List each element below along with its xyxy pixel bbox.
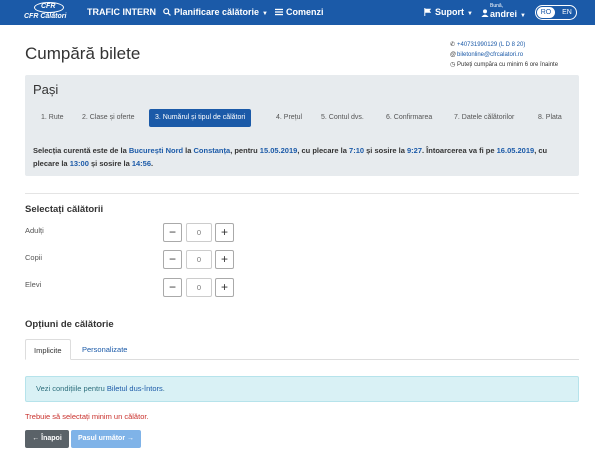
travelers-title: Selectați călătorii: [25, 204, 104, 215]
clock-icon: ◷: [450, 62, 456, 68]
step-clase-oferte[interactable]: 2. Clase și oferte: [82, 109, 135, 127]
username: andrei ▼: [490, 9, 526, 19]
chevron-down-icon: ▼: [262, 11, 268, 17]
elevi-count-input[interactable]: 0: [186, 278, 212, 297]
contact-email[interactable]: biletonline@cfrcalatori.ro: [457, 52, 523, 58]
cfr-logo-mark: CFR: [34, 2, 64, 13]
selection-date-return: 16.05.2019: [496, 146, 535, 155]
contact-phone[interactable]: +40731990129 (L D 8 20): [457, 42, 525, 48]
elevi-minus-button[interactable]: −: [163, 278, 182, 297]
step-pretul[interactable]: 4. Prețul: [276, 109, 302, 127]
selection-to: Constanța: [193, 146, 231, 155]
chevron-down-icon: ▼: [467, 11, 473, 17]
copii-stepper: − 0 +: [163, 250, 234, 269]
options-tabs: Implicite Personalizate: [25, 339, 579, 360]
user-icon: [481, 9, 489, 17]
selection-arrival-return: 14:56: [131, 159, 152, 168]
elevi-plus-button[interactable]: +: [215, 278, 234, 297]
search-icon: [163, 8, 171, 16]
nav-suport[interactable]: Suport ▼: [424, 7, 473, 17]
steps-panel: Pași 1. Rute 2. Clase și oferte 3. Număr…: [25, 75, 579, 176]
adulti-minus-button[interactable]: −: [163, 223, 182, 242]
section-divider: [25, 193, 579, 194]
cfr-logo-name: CFR Călători: [24, 13, 67, 20]
phone-icon: ✆: [450, 42, 456, 48]
at-icon: @: [450, 52, 457, 58]
step-plata[interactable]: 8. Plata: [538, 109, 562, 127]
selection-departure-return: 13:00: [69, 159, 89, 168]
copii-minus-button[interactable]: −: [163, 250, 182, 269]
contact-note: Puteți cumpăra cu minim 6 ore înainte: [457, 62, 559, 68]
lang-ro[interactable]: RO: [537, 7, 555, 18]
copii-count-input[interactable]: 0: [186, 250, 212, 269]
traveler-label-elevi: Elevi: [25, 280, 42, 289]
contact-info: ✆ +40731990129 (L D 8 20) @biletonline@cf…: [450, 40, 558, 70]
top-navbar: CFR CFR Călători TRAFIC INTERN Planifica…: [0, 0, 595, 25]
arrow-left-icon: ←: [32, 435, 40, 442]
steps-list: 1. Rute 2. Clase și oferte 3. Numărul și…: [25, 109, 579, 127]
info-alert: Vezi condițiile pentru Biletul dus-întor…: [25, 376, 579, 402]
elevi-stepper: − 0 +: [163, 278, 234, 297]
selection-date-out: 15.05.2019: [259, 146, 298, 155]
traveler-label-adulti: Adulți: [25, 226, 44, 235]
arrow-right-icon: →: [127, 435, 135, 442]
list-icon: [275, 8, 283, 16]
nav-comenzi[interactable]: Comenzi: [275, 7, 324, 17]
copii-plus-button[interactable]: +: [215, 250, 234, 269]
step-rute[interactable]: 1. Rute: [41, 109, 64, 127]
options-title: Opțiuni de călătorie: [25, 319, 114, 330]
language-toggle[interactable]: RO EN: [535, 5, 577, 20]
current-selection-text: Selecția curentă este de la București No…: [33, 146, 548, 168]
chevron-down-icon: ▼: [520, 13, 526, 19]
tab-personalizate[interactable]: Personalizate: [74, 339, 135, 360]
step-confirmarea[interactable]: 6. Confirmarea: [386, 109, 432, 127]
step-contul[interactable]: 5. Contul dvs.: [321, 109, 364, 127]
nav-planificare[interactable]: Planificare călătorie ▼: [163, 7, 268, 17]
tab-implicite[interactable]: Implicite: [25, 339, 71, 360]
selection-departure-out: 7:10: [349, 146, 365, 155]
traveler-label-copii: Copii: [25, 253, 43, 262]
adulti-stepper: − 0 +: [163, 223, 234, 242]
flag-icon: [424, 8, 432, 16]
selection-from: București Nord: [128, 146, 184, 155]
dus-intors-link[interactable]: Biletul dus-întors: [107, 384, 163, 393]
lang-en[interactable]: EN: [558, 7, 576, 18]
cfr-logo[interactable]: CFR CFR Călători: [24, 2, 74, 24]
step-datele-calatorilor[interactable]: 7. Datele călătorilor: [454, 109, 514, 127]
adulti-plus-button[interactable]: +: [215, 223, 234, 242]
next-step-button[interactable]: Pasul următor →: [71, 430, 141, 448]
selection-arrival-out: 9:27: [407, 146, 423, 155]
steps-title: Pași: [33, 82, 59, 97]
step-numar-tip-calatori[interactable]: 3. Numărul și tipul de călători: [149, 109, 252, 127]
adulti-count-input[interactable]: 0: [186, 223, 212, 242]
page-title: Cumpără bilete: [25, 44, 141, 63]
back-button[interactable]: ← Înapoi: [25, 430, 69, 448]
nav-trafic-intern[interactable]: TRAFIC INTERN: [87, 7, 156, 17]
error-message: Trebuie să selectați minim un călător.: [25, 412, 149, 421]
